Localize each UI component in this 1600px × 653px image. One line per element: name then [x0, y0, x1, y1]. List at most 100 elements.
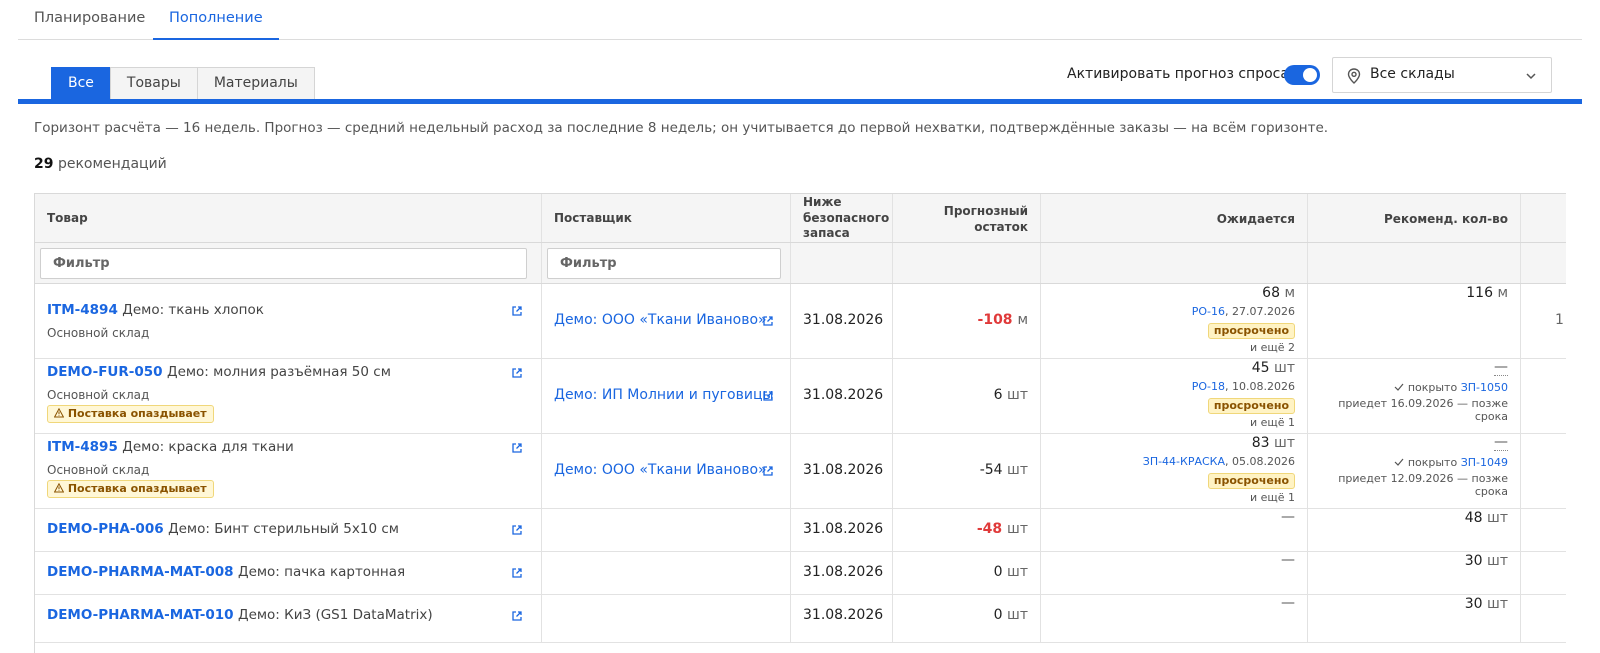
table-row[interactable]: ITM-4895 Демо: краска для ткани Основной…	[35, 434, 1566, 509]
subtabs-underline	[18, 99, 1582, 104]
recommendation-count: 29 рекомендаций	[34, 156, 167, 172]
extra-column-value: 1	[1555, 312, 1564, 328]
product-code-link[interactable]: ITM-4895	[47, 439, 118, 455]
filter-subtabs: Все Товары Материалы	[51, 67, 315, 100]
arrival-note: приедет 12.09.2026 — позже срока	[1338, 472, 1508, 498]
forecast-toggle-label: Активировать прогноз спроса	[1067, 66, 1289, 82]
recommended-qty: 30 шт	[1464, 596, 1508, 612]
below-safety-date: 31.08.2026	[803, 462, 884, 478]
col-forecast-stock[interactable]: Прогнозный остаток	[944, 203, 1028, 235]
product-warehouse: Основной склад	[47, 326, 150, 340]
recommended-qty[interactable]: —	[1494, 434, 1508, 451]
count-number: 29	[34, 156, 54, 172]
recommended-qty[interactable]: —	[1494, 359, 1508, 376]
external-link-icon[interactable]	[762, 315, 774, 327]
below-safety-date: 31.08.2026	[803, 387, 884, 403]
subtab-materials[interactable]: Материалы	[196, 67, 315, 100]
col-supplier[interactable]: Поставщик	[554, 211, 632, 225]
table-row[interactable]: DEMO-FUR-050 Демо: молния разъёмная 50 с…	[35, 359, 1566, 434]
forecast-toggle[interactable]	[1284, 65, 1320, 85]
forecast-stock: -48 шт	[976, 521, 1028, 537]
order-link[interactable]: РО-18	[1192, 380, 1225, 393]
supplier-link[interactable]: Демо: ИП Молнии и пуговицы	[554, 387, 774, 403]
forecast-stock: 0 шт	[993, 607, 1028, 623]
product-name: Демо: ткань хлопок	[122, 302, 264, 318]
col-recommended[interactable]: Рекоменд. кол-во	[1384, 211, 1508, 227]
forecast-stock: -108 м	[977, 312, 1028, 328]
product-code-link[interactable]: DEMO-PHARMA-MAT-010	[47, 607, 234, 623]
table-row[interactable]: DEMO-PHA-006 Демо: Бинт стерильный 5х10 …	[35, 509, 1566, 552]
external-link-icon[interactable]	[511, 442, 523, 454]
coverage-info: покрыто ЗП-1050	[1394, 381, 1508, 394]
supplier-link[interactable]: Демо: ООО «Ткани Иваново»	[554, 462, 767, 478]
product-code-link[interactable]: DEMO-PHA-006	[47, 521, 164, 537]
top-tabs: Планирование Пополнение	[18, 0, 1582, 40]
external-link-icon[interactable]	[762, 390, 774, 402]
tab-replenishment[interactable]: Пополнение	[153, 0, 279, 40]
subtab-goods[interactable]: Товары	[109, 67, 198, 100]
tab-planning[interactable]: Планирование	[18, 0, 161, 40]
external-link-icon[interactable]	[511, 610, 523, 622]
external-link-icon[interactable]	[762, 465, 774, 477]
external-link-icon[interactable]	[511, 305, 523, 317]
below-safety-date: 31.08.2026	[803, 312, 884, 328]
col-product[interactable]: Товар	[47, 211, 88, 225]
count-label: рекомендаций	[57, 156, 167, 172]
check-icon	[1394, 458, 1404, 466]
product-name: Демо: пачка картонная	[238, 564, 406, 580]
recommended-qty: 30 шт	[1464, 553, 1508, 569]
product-warehouse: Основной склад	[47, 463, 150, 477]
product-filter-input[interactable]: Фильтр	[40, 248, 527, 279]
table-row[interactable]: ITM-4894 Демо: ткань хлопок Основной скл…	[35, 284, 1566, 359]
product-code-link[interactable]: DEMO-FUR-050	[47, 364, 163, 380]
below-safety-date: 31.08.2026	[803, 564, 884, 580]
warning-icon	[53, 482, 65, 493]
expected-qty: —	[1281, 552, 1295, 568]
filter-row: Фильтр Фильтр	[35, 243, 1566, 284]
covering-order-link[interactable]: ЗП-1050	[1461, 381, 1508, 394]
order-link[interactable]: ЗП-44-КРАСКА	[1143, 455, 1225, 468]
forecast-stock: -54 шт	[979, 462, 1028, 478]
warehouse-select[interactable]: Все склады	[1332, 57, 1552, 93]
expected-doc: РО-18, 10.08.2026	[1191, 380, 1295, 393]
col-expected[interactable]: Ожидается	[1217, 211, 1295, 227]
supplier-filter-input[interactable]: Фильтр	[547, 248, 781, 279]
external-link-icon[interactable]	[511, 567, 523, 579]
product-title: ITM-4894 Демо: ткань хлопок	[47, 302, 264, 318]
expected-more-link[interactable]: и ещё 1	[1250, 416, 1295, 429]
covering-order-link[interactable]: ЗП-1049	[1461, 456, 1508, 469]
expected-doc: ЗП-44-КРАСКА, 05.08.2026	[1142, 455, 1295, 468]
late-delivery-badge: Поставка опаздывает	[47, 405, 214, 423]
toggle-knob	[1303, 68, 1317, 82]
product-code-link[interactable]: DEMO-PHARMA-MAT-008	[47, 564, 234, 580]
product-title: DEMO-PHARMA-MAT-008 Демо: пачка картонна…	[47, 564, 405, 580]
col-below-safety[interactable]: Ниже безопасного запаса	[803, 195, 889, 242]
check-icon	[1394, 383, 1404, 391]
expected-more-link[interactable]: и ещё 1	[1250, 491, 1295, 504]
table-row[interactable]: DEMO-PHARMA-MAT-008 Демо: пачка картонна…	[35, 552, 1566, 595]
expected-more-link[interactable]: и ещё 2	[1250, 341, 1295, 354]
external-link-icon[interactable]	[511, 524, 523, 536]
external-link-icon[interactable]	[511, 367, 523, 379]
warehouse-select-value: Все склады	[1370, 66, 1455, 82]
product-code-link[interactable]: ITM-4894	[47, 302, 118, 318]
product-title: DEMO-PHARMA-MAT-010 Демо: КиЗ (GS1 DataM…	[47, 607, 433, 623]
expected-qty: 45 шт	[1251, 360, 1295, 376]
order-link[interactable]: РО-16	[1192, 305, 1225, 318]
product-title: DEMO-PHA-006 Демо: Бинт стерильный 5х10 …	[47, 521, 399, 537]
product-name: Демо: молния разъёмная 50 см	[167, 364, 391, 380]
expected-qty: 83 шт	[1251, 435, 1295, 451]
status-badge: просрочено	[1207, 398, 1295, 414]
below-safety-date: 31.08.2026	[803, 521, 884, 537]
product-title: ITM-4895 Демо: краска для ткани	[47, 439, 294, 455]
forecast-stock: 0 шт	[993, 564, 1028, 580]
table-row[interactable]: DEMO-PHARMA-MAT-010 Демо: КиЗ (GS1 DataM…	[35, 595, 1566, 643]
warning-icon	[53, 407, 65, 418]
status-badge: просрочено	[1207, 323, 1295, 339]
recommended-qty: 116 м	[1466, 285, 1508, 301]
supplier-link[interactable]: Демо: ООО «Ткани Иваново»	[554, 312, 767, 328]
table-header: Товар Поставщик Ниже безопасного запаса …	[35, 194, 1566, 243]
product-title: DEMO-FUR-050 Демо: молния разъёмная 50 с…	[47, 364, 391, 380]
subtab-all[interactable]: Все	[51, 67, 111, 100]
product-name: Демо: краска для ткани	[122, 439, 294, 455]
